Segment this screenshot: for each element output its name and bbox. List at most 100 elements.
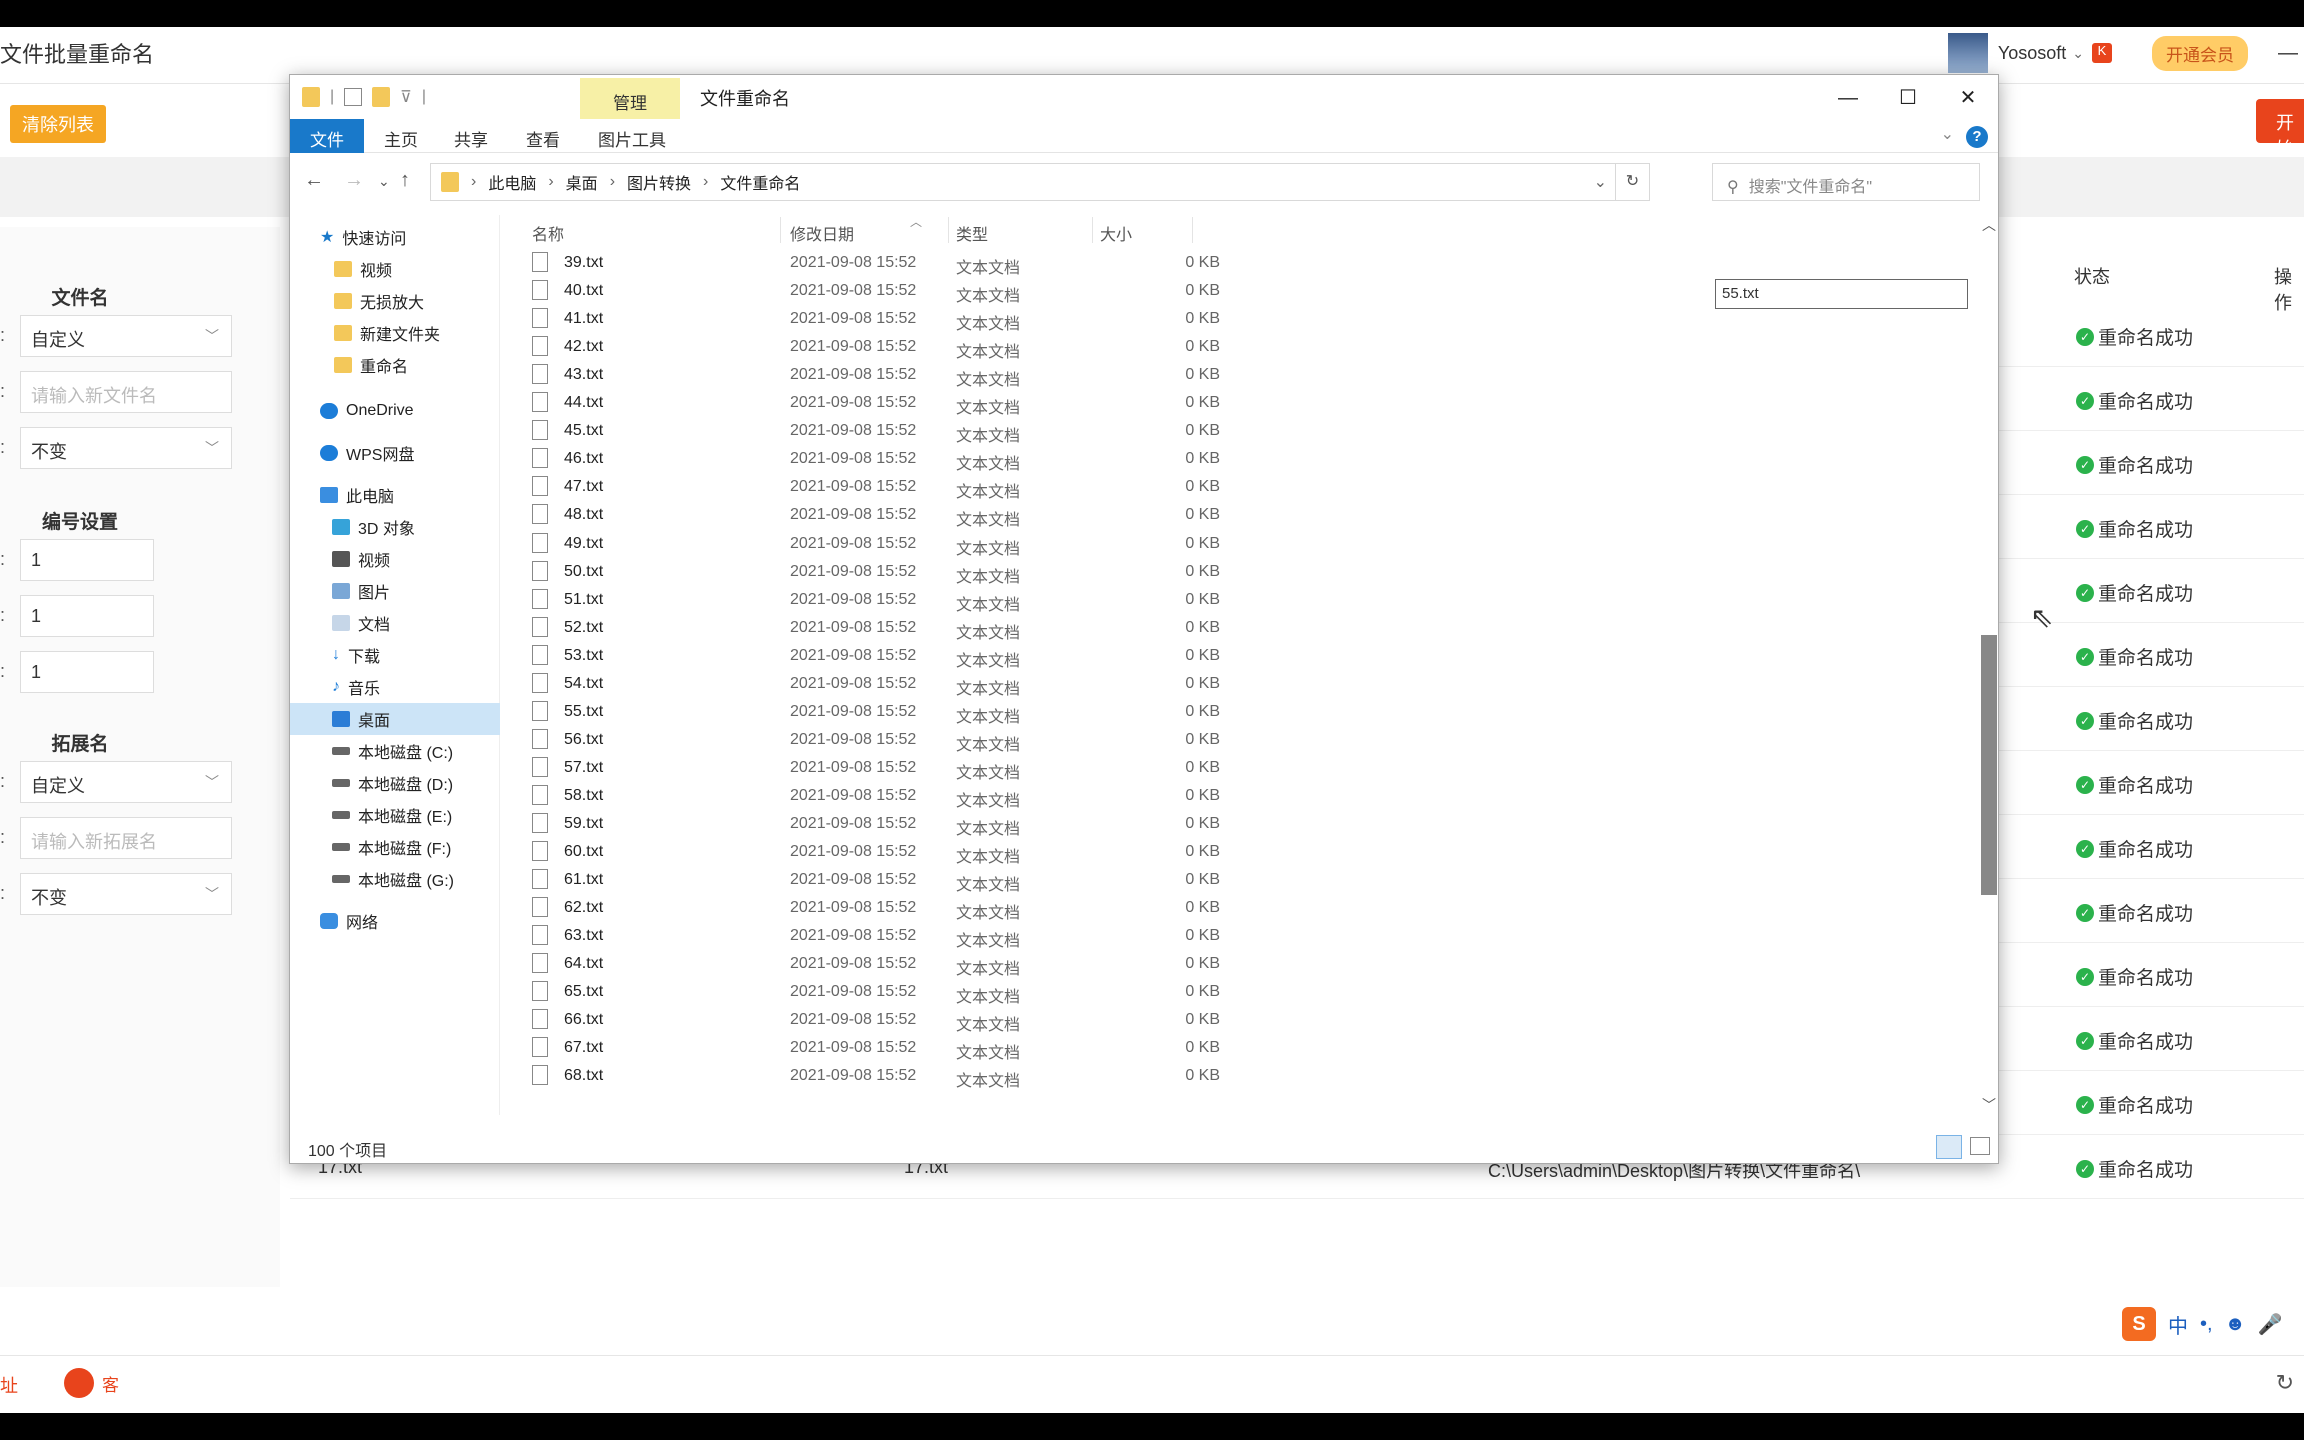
tab-home[interactable]: 主页 <box>384 119 418 153</box>
number-digits-input[interactable]: 1 <box>20 651 154 693</box>
recent-dropdown-icon[interactable]: ⌄ <box>378 173 390 190</box>
breadcrumb-image-convert[interactable]: 图片转换 <box>627 170 691 194</box>
column-name[interactable]: 名称 <box>532 221 564 245</box>
scrollbar-thumb[interactable] <box>1981 635 1997 895</box>
file-row[interactable]: 68.txt 2021-09-08 15:52 文本文档 0 KB <box>520 1062 1620 1090</box>
file-row[interactable]: 54.txt 2021-09-08 15:52 文本文档 0 KB <box>520 670 1620 698</box>
column-divider[interactable] <box>948 217 949 243</box>
search-input[interactable]: ⚲ 搜索"文件重命名" <box>1712 163 1980 201</box>
properties-icon[interactable] <box>344 88 363 106</box>
title-bar[interactable]: | ⊽ | 管理 文件重命名 — ☐ ✕ <box>290 75 1998 119</box>
nav-item[interactable]: OneDrive <box>290 395 500 427</box>
username[interactable]: Yososoft <box>1998 43 2066 64</box>
address-bar[interactable]: › 此电脑 › 桌面 › 图片转换 › 文件重命名 ⌄ ↻ <box>430 163 1650 201</box>
tab-file[interactable]: 文件 <box>290 119 364 153</box>
refresh-icon[interactable]: ↻ <box>2276 1370 2294 1396</box>
tab-view[interactable]: 查看 <box>526 119 560 153</box>
nav-item[interactable]: 视频 <box>290 543 500 575</box>
nav-item[interactable]: 新建文件夹 <box>290 317 500 349</box>
nav-item[interactable]: ♪ 音乐 <box>290 671 500 703</box>
address-dropdown-icon[interactable]: ⌄ <box>1594 172 1607 192</box>
nav-item[interactable]: 本地磁盘 (G:) <box>290 863 500 895</box>
file-row[interactable]: 53.txt 2021-09-08 15:52 文本文档 0 KB <box>520 642 1620 670</box>
column-divider[interactable] <box>1092 217 1093 243</box>
scroll-up-icon[interactable]: ︿ <box>1978 215 2000 235</box>
nav-item[interactable]: 重命名 <box>290 349 500 381</box>
file-row[interactable]: 51.txt 2021-09-08 15:52 文本文档 0 KB <box>520 586 1620 614</box>
file-row[interactable]: 59.txt 2021-09-08 15:52 文本文档 0 KB <box>520 810 1620 838</box>
file-row[interactable]: 46.txt 2021-09-08 15:52 文本文档 0 KB <box>520 445 1620 473</box>
file-row[interactable]: 62.txt 2021-09-08 15:52 文本文档 0 KB <box>520 894 1620 922</box>
file-row[interactable]: 67.txt 2021-09-08 15:52 文本文档 0 KB <box>520 1034 1620 1062</box>
file-row[interactable]: 49.txt 2021-09-08 15:52 文本文档 0 KB <box>520 530 1620 558</box>
file-row[interactable]: 40.txt 2021-09-08 15:52 文本文档 0 KB <box>520 277 1620 305</box>
file-row[interactable]: 50.txt 2021-09-08 15:52 文本文档 0 KB <box>520 558 1620 586</box>
file-row[interactable]: 63.txt 2021-09-08 15:52 文本文档 0 KB <box>520 922 1620 950</box>
back-icon[interactable]: ← <box>304 169 324 192</box>
new-folder-icon[interactable] <box>372 87 391 107</box>
new-ext-input[interactable]: 请输入新拓展名 <box>20 817 232 859</box>
start-button[interactable]: 开始 <box>2256 99 2304 159</box>
column-divider[interactable] <box>780 217 781 243</box>
sogou-icon[interactable]: S <box>2122 1307 2156 1341</box>
file-row[interactable]: 56.txt 2021-09-08 15:52 文本文档 0 KB <box>520 726 1620 754</box>
file-row[interactable]: 60.txt 2021-09-08 15:52 文本文档 0 KB <box>520 838 1620 866</box>
number-step-input[interactable]: 1 <box>20 595 154 637</box>
file-row[interactable]: 64.txt 2021-09-08 15:52 文本文档 0 KB <box>520 950 1620 978</box>
file-row[interactable]: 58.txt 2021-09-08 15:52 文本文档 0 KB <box>520 782 1620 810</box>
nav-item[interactable]: 此电脑 <box>290 479 500 511</box>
file-row[interactable]: 47.txt 2021-09-08 15:52 文本文档 0 KB <box>520 473 1620 501</box>
nav-item[interactable]: 图片 <box>290 575 500 607</box>
ext-case-select[interactable]: 不变 ﹀ <box>20 873 232 915</box>
case-mode-select[interactable]: 不变 ﹀ <box>20 427 232 469</box>
maximize-button[interactable]: ☐ <box>1878 81 1938 115</box>
nav-item[interactable]: 本地磁盘 (F:) <box>290 831 500 863</box>
manage-context-tab[interactable]: 管理 <box>580 78 680 119</box>
ext-mode-select[interactable]: 自定义 ﹀ <box>20 761 232 803</box>
file-row[interactable]: 66.txt 2021-09-08 15:52 文本文档 0 KB <box>520 1006 1620 1034</box>
file-row[interactable]: 61.txt 2021-09-08 15:52 文本文档 0 KB <box>520 866 1620 894</box>
file-row[interactable]: 44.txt 2021-09-08 15:52 文本文档 0 KB <box>520 389 1620 417</box>
column-size[interactable]: 大小 <box>1100 221 1132 245</box>
nav-item[interactable]: 3D 对象 <box>290 511 500 543</box>
chevron-down-icon[interactable]: ⌄ <box>2072 45 2084 62</box>
emoji-icon[interactable]: ☻ <box>2225 1313 2246 1336</box>
nav-item[interactable]: ↓ 下载 <box>290 639 500 671</box>
nav-item[interactable]: 文档 <box>290 607 500 639</box>
breadcrumb-this-pc[interactable]: 此电脑 <box>488 170 536 194</box>
tab-share[interactable]: 共享 <box>454 119 488 153</box>
breadcrumb-file-rename[interactable]: 文件重命名 <box>720 170 800 194</box>
nav-item[interactable]: 本地磁盘 (C:) <box>290 735 500 767</box>
ime-lang[interactable]: 中 <box>2168 1310 2188 1339</box>
customize-dropdown-icon[interactable]: ⊽ <box>400 87 412 107</box>
nav-item[interactable]: 无损放大 <box>290 285 500 317</box>
column-divider[interactable] <box>1192 217 1193 243</box>
ime-punct[interactable]: •, <box>2200 1313 2213 1336</box>
nav-item[interactable]: 桌面 <box>290 703 500 735</box>
mic-icon[interactable]: 🎤 <box>2258 1312 2283 1337</box>
vertical-scrollbar[interactable]: ︿ ﹀ <box>1978 215 2000 1115</box>
tab-picture-tools[interactable]: 图片工具 <box>598 119 666 153</box>
scroll-down-icon[interactable]: ﹀ <box>1978 1095 2000 1115</box>
nav-item[interactable]: 本地磁盘 (D:) <box>290 767 500 799</box>
nav-item[interactable]: ★ 快速访问 <box>290 221 500 253</box>
clear-list-button[interactable]: 清除列表 <box>10 105 106 143</box>
file-row[interactable]: 52.txt 2021-09-08 15:52 文本文档 0 KB <box>520 614 1620 642</box>
avatar[interactable] <box>1947 33 1988 73</box>
minimize-icon[interactable]: — <box>2278 42 2298 65</box>
refresh-icon[interactable]: ↻ <box>1615 164 1649 200</box>
minimize-button[interactable]: — <box>1818 81 1878 115</box>
file-row[interactable]: 55.txt 2021-09-08 15:52 文本文档 0 KB <box>520 698 1620 726</box>
nav-item[interactable]: 视频 <box>290 253 500 285</box>
nav-item[interactable]: 本地磁盘 (E:) <box>290 799 500 831</box>
forward-icon[interactable]: → <box>344 169 364 192</box>
file-row[interactable]: 48.txt 2021-09-08 15:52 文本文档 0 KB <box>520 501 1620 529</box>
column-type[interactable]: 类型 <box>956 221 988 245</box>
close-button[interactable]: ✕ <box>1938 81 1998 115</box>
number-start-input[interactable]: 1 <box>20 539 154 581</box>
column-date[interactable]: 修改日期 <box>790 221 854 245</box>
file-row[interactable]: 45.txt 2021-09-08 15:52 文本文档 0 KB <box>520 417 1620 445</box>
new-name-input[interactable]: 请输入新文件名 <box>20 371 232 413</box>
file-row[interactable]: 65.txt 2021-09-08 15:52 文本文档 0 KB <box>520 978 1620 1006</box>
help-icon[interactable]: ? <box>1966 126 1988 148</box>
